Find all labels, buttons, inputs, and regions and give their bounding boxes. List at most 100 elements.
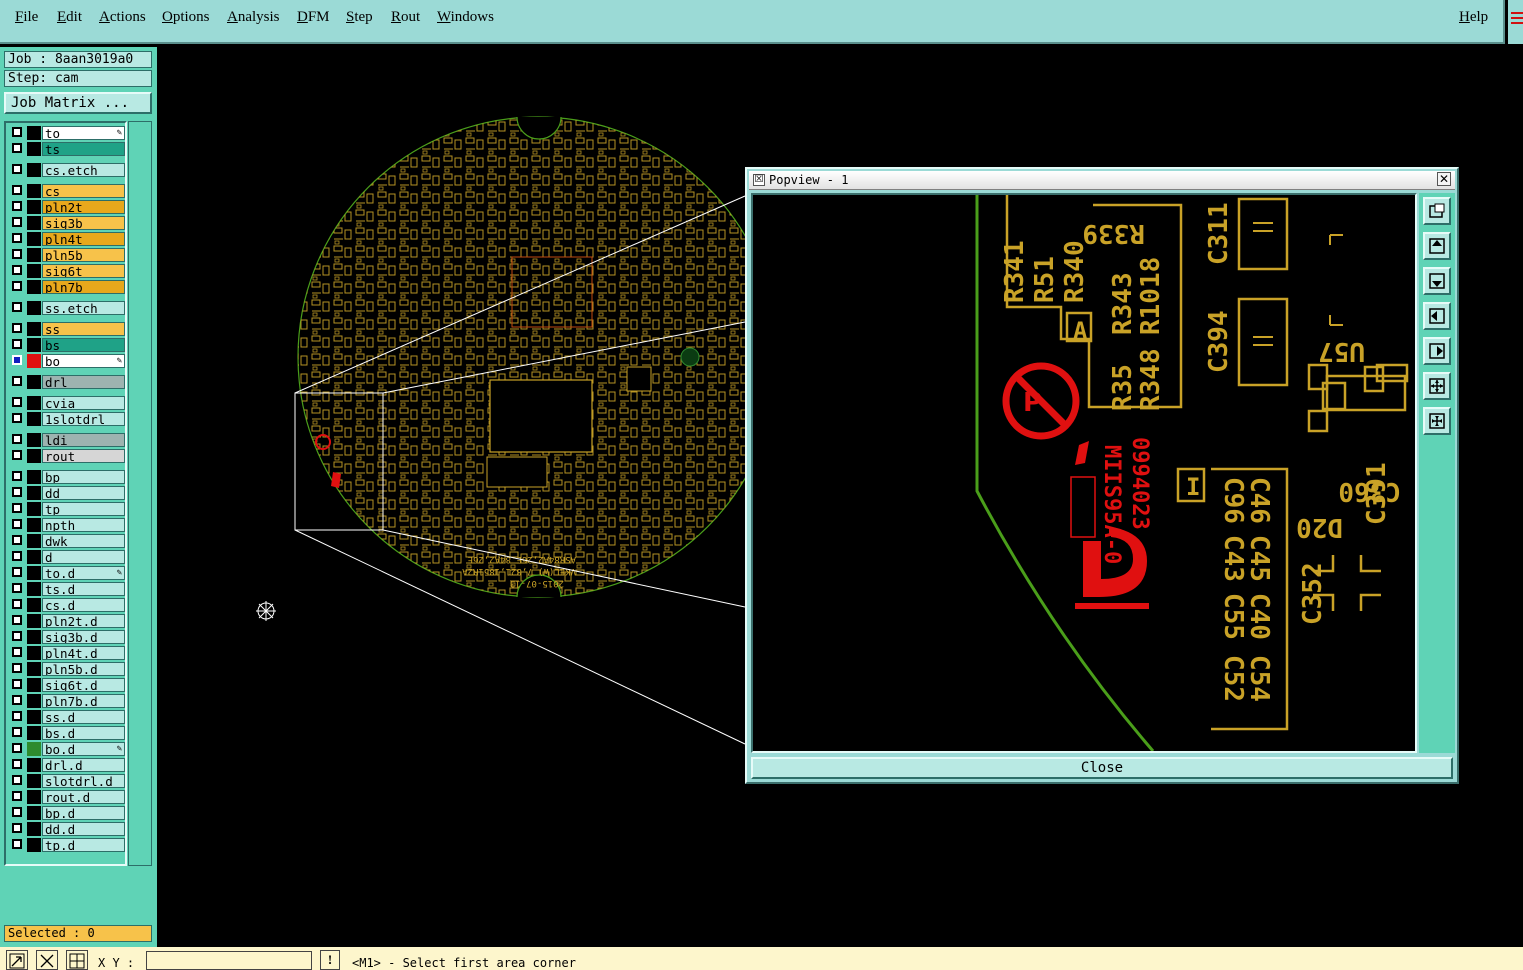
- layer-row-dd[interactable]: dd: [8, 486, 125, 500]
- layer-checkbox[interactable]: [12, 434, 22, 444]
- layer-label[interactable]: rout: [42, 449, 125, 463]
- layer-label[interactable]: sig6t: [42, 264, 125, 278]
- layer-work-marker[interactable]: [27, 322, 41, 336]
- layer-label[interactable]: rout.d: [42, 790, 125, 804]
- layer-label[interactable]: drl: [42, 375, 125, 389]
- layer-label[interactable]: cvia: [42, 396, 125, 410]
- layer-row-d[interactable]: d: [8, 550, 125, 564]
- layer-row-to[interactable]: to ✎: [8, 126, 125, 140]
- layer-row-bo-d[interactable]: bo.d ✎: [8, 742, 125, 756]
- layer-label[interactable]: pln4t.d: [42, 646, 125, 660]
- zoom-home-button[interactable]: [1423, 197, 1451, 225]
- layer-row-sig3b-d[interactable]: sig3b.d: [8, 630, 125, 644]
- layer-checkbox[interactable]: [12, 599, 22, 609]
- layer-row-pln2t[interactable]: pln2t: [8, 200, 125, 214]
- layer-work-marker[interactable]: [27, 790, 41, 804]
- layer-work-marker[interactable]: [27, 694, 41, 708]
- layer-checkbox[interactable]: [12, 302, 22, 312]
- layer-row-tp[interactable]: tp: [8, 502, 125, 516]
- layer-checkbox[interactable]: [12, 551, 22, 561]
- layer-row-bs-d[interactable]: bs.d: [8, 726, 125, 740]
- layer-work-marker[interactable]: [27, 301, 41, 315]
- layer-row-cs[interactable]: cs: [8, 184, 125, 198]
- layer-label[interactable]: dd: [42, 486, 125, 500]
- layer-work-marker[interactable]: [27, 582, 41, 596]
- layer-work-marker[interactable]: [27, 518, 41, 532]
- layer-row-cs-etch[interactable]: cs.etch: [8, 163, 125, 177]
- layer-row-ldi[interactable]: ldi: [8, 433, 125, 447]
- layer-row-pln4t-d[interactable]: pln4t.d: [8, 646, 125, 660]
- layer-row-drl[interactable]: drl: [8, 375, 125, 389]
- grid-snap-button[interactable]: [66, 950, 88, 970]
- layer-row-1slotdrl[interactable]: 1slotdrl: [8, 412, 125, 426]
- menu-dfm[interactable]: DFM: [297, 9, 330, 26]
- layer-row-rout-d[interactable]: rout.d: [8, 790, 125, 804]
- layer-work-marker[interactable]: [27, 806, 41, 820]
- layer-checkbox[interactable]: [12, 711, 22, 721]
- layer-work-marker[interactable]: [27, 630, 41, 644]
- menu-actions[interactable]: Actions: [99, 9, 146, 26]
- layer-row-rout[interactable]: rout: [8, 449, 125, 463]
- layer-label[interactable]: sig3b.d: [42, 630, 125, 644]
- layer-work-marker[interactable]: [27, 280, 41, 294]
- menu-options[interactable]: Options: [162, 9, 210, 26]
- layer-label[interactable]: pln7b.d: [42, 694, 125, 708]
- layer-label[interactable]: ldi: [42, 433, 125, 447]
- layer-checkbox[interactable]: [12, 583, 22, 593]
- measure-button[interactable]: [36, 950, 58, 970]
- layer-list-scrollbar[interactable]: [128, 121, 152, 866]
- layer-checkbox[interactable]: [12, 376, 22, 386]
- zoom-out-button[interactable]: [1423, 407, 1451, 435]
- layer-work-marker[interactable]: [27, 354, 41, 368]
- layer-checkbox[interactable]: [12, 663, 22, 673]
- layer-checkbox[interactable]: [12, 217, 22, 227]
- layer-checkbox[interactable]: [12, 775, 22, 785]
- layer-row-sig6t-d[interactable]: sig6t.d: [8, 678, 125, 692]
- layer-checkbox[interactable]: [12, 185, 22, 195]
- info-button[interactable]: !: [320, 950, 340, 970]
- layer-work-marker[interactable]: [27, 662, 41, 676]
- layer-row-dwk[interactable]: dwk: [8, 534, 125, 548]
- layer-row-pln5b-d[interactable]: pln5b.d: [8, 662, 125, 676]
- layer-label[interactable]: bp.d: [42, 806, 125, 820]
- menu-help[interactable]: Help: [1459, 9, 1488, 26]
- layer-checkbox[interactable]: [12, 413, 22, 423]
- layer-work-marker[interactable]: [27, 470, 41, 484]
- layer-checkbox[interactable]: [12, 695, 22, 705]
- layer-label[interactable]: drl.d: [42, 758, 125, 772]
- layer-checkbox[interactable]: [12, 631, 22, 641]
- layer-checkbox[interactable]: [12, 823, 22, 833]
- layer-work-marker[interactable]: [27, 598, 41, 612]
- layer-label[interactable]: d: [42, 550, 125, 564]
- layer-row-bp[interactable]: bp: [8, 470, 125, 484]
- layer-checkbox[interactable]: [12, 727, 22, 737]
- layer-row-npth[interactable]: npth: [8, 518, 125, 532]
- layer-work-marker[interactable]: [27, 710, 41, 724]
- menu-step[interactable]: Step: [346, 9, 373, 26]
- layer-label[interactable]: bs: [42, 338, 125, 352]
- popview-canvas[interactable]: R341 R51 R340 R339 R343 R1018 R35 R348 C…: [751, 193, 1417, 753]
- layer-work-marker[interactable]: [27, 264, 41, 278]
- layer-checkbox[interactable]: [12, 503, 22, 513]
- layer-work-marker[interactable]: [27, 126, 41, 140]
- layer-checkbox[interactable]: [12, 567, 22, 577]
- layer-work-marker[interactable]: [27, 726, 41, 740]
- menu-file[interactable]: File: [15, 9, 38, 26]
- pan-up-button[interactable]: [1423, 232, 1451, 260]
- layer-row-ss-etch[interactable]: ss.etch: [8, 301, 125, 315]
- layer-work-marker[interactable]: [27, 758, 41, 772]
- layer-work-marker[interactable]: [27, 678, 41, 692]
- layer-work-marker[interactable]: [27, 502, 41, 516]
- layer-checkbox[interactable]: [12, 339, 22, 349]
- menu-windows[interactable]: Windows: [437, 9, 494, 26]
- layer-work-marker[interactable]: [27, 412, 41, 426]
- layer-row-cs-d[interactable]: cs.d: [8, 598, 125, 612]
- layer-label[interactable]: tp: [42, 502, 125, 516]
- layer-checkbox[interactable]: [12, 127, 22, 137]
- layer-checkbox[interactable]: [12, 143, 22, 153]
- layer-row-cvia[interactable]: cvia: [8, 396, 125, 410]
- layer-row-ts[interactable]: ts: [8, 142, 125, 156]
- layer-label[interactable]: pln5b.d: [42, 662, 125, 676]
- layer-checkbox[interactable]: [12, 807, 22, 817]
- layer-label[interactable]: ss.etch: [42, 301, 125, 315]
